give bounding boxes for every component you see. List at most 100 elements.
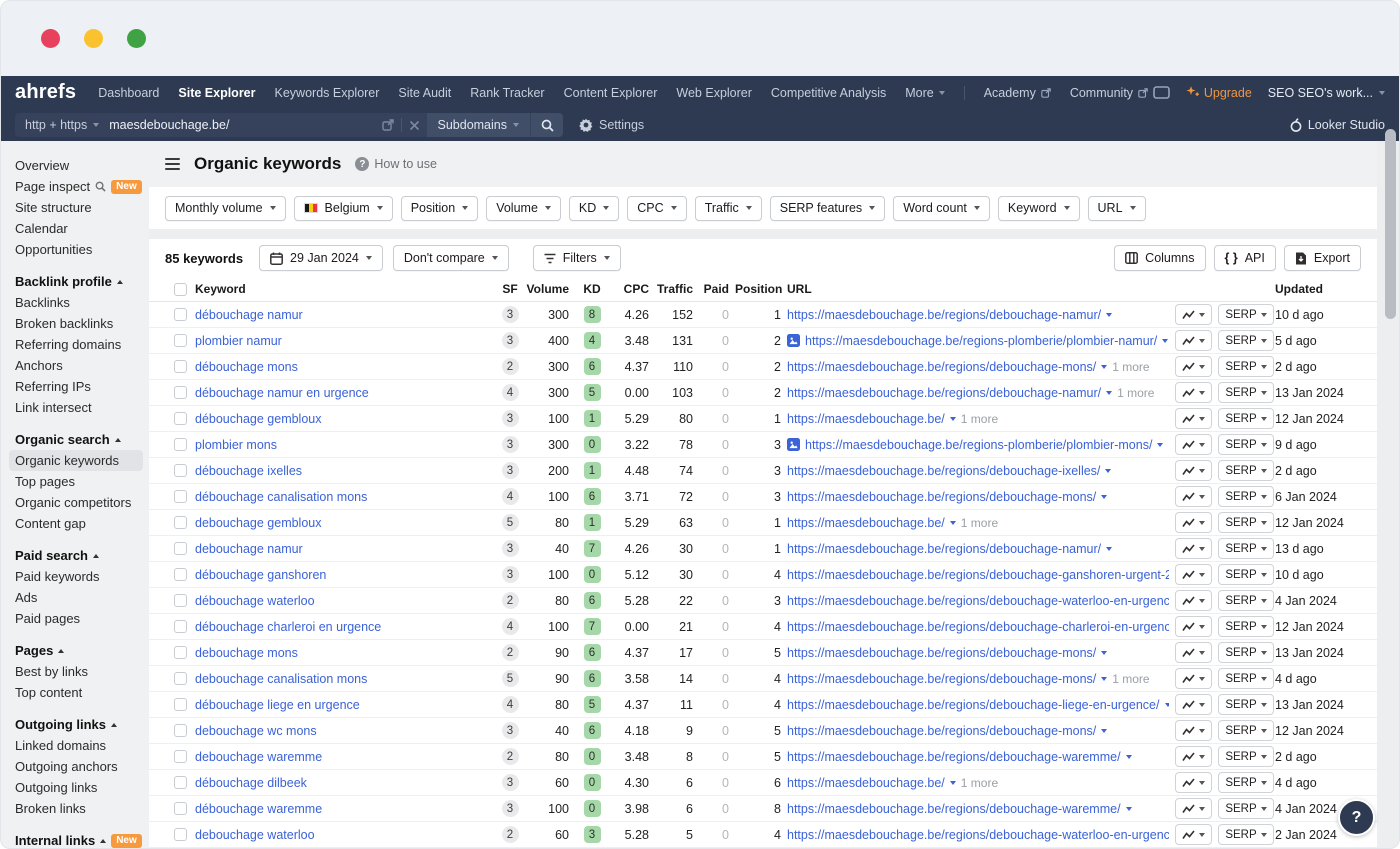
chart-button[interactable] bbox=[1175, 694, 1212, 715]
url-link[interactable]: https://maesdebouchage.be/regions/debouc… bbox=[787, 360, 1096, 374]
chart-button[interactable] bbox=[1175, 486, 1212, 507]
serp-button[interactable]: SERP bbox=[1218, 434, 1273, 455]
sidebar-item-link-intersect[interactable]: Link intersect bbox=[15, 397, 149, 418]
nav-item-content-explorer[interactable]: Content Explorer bbox=[564, 86, 658, 100]
serp-button[interactable]: SERP bbox=[1218, 668, 1273, 689]
url-link[interactable]: https://maesdebouchage.be/regions/debouc… bbox=[787, 672, 1096, 686]
more-urls-link[interactable]: 1 more bbox=[1112, 672, 1149, 686]
row-checkbox[interactable] bbox=[174, 594, 187, 607]
sidebar-item-backlinks[interactable]: Backlinks bbox=[15, 292, 149, 313]
column-header-traffic[interactable]: Traffic bbox=[655, 282, 699, 296]
chart-button[interactable] bbox=[1175, 564, 1212, 585]
serp-button[interactable]: SERP bbox=[1218, 330, 1273, 351]
serp-button[interactable]: SERP bbox=[1218, 798, 1273, 819]
chart-button[interactable] bbox=[1175, 356, 1212, 377]
date-picker-button[interactable]: 29 Jan 2024 bbox=[259, 245, 383, 271]
url-link[interactable]: https://maesdebouchage.be/ bbox=[787, 516, 945, 530]
chart-button[interactable] bbox=[1175, 590, 1212, 611]
sidebar-item-outgoing-links[interactable]: Outgoing links bbox=[15, 777, 149, 798]
sidebar-section-organic-search[interactable]: Organic search bbox=[15, 429, 149, 450]
keyword-link[interactable]: débouchage waterloo bbox=[195, 594, 315, 608]
more-urls-link[interactable]: 1 more bbox=[1117, 386, 1154, 400]
vertical-scrollbar[interactable] bbox=[1385, 129, 1396, 319]
sidebar-item-organic-keywords[interactable]: Organic keywords bbox=[9, 450, 143, 471]
serp-button[interactable]: SERP bbox=[1218, 720, 1273, 741]
filter-chip-word-count[interactable]: Word count bbox=[893, 196, 990, 221]
row-checkbox[interactable] bbox=[174, 308, 187, 321]
filter-chip-keyword[interactable]: Keyword bbox=[998, 196, 1080, 221]
row-checkbox[interactable] bbox=[174, 750, 187, 763]
minimize-window-button[interactable] bbox=[84, 29, 103, 48]
select-all-checkbox[interactable] bbox=[174, 283, 187, 296]
more-urls-link[interactable]: 1 more bbox=[961, 516, 998, 530]
clear-target-icon[interactable] bbox=[402, 113, 427, 137]
url-link[interactable]: https://maesdebouchage.be/regions/debouc… bbox=[787, 802, 1121, 816]
sidebar-item-paid-pages[interactable]: Paid pages bbox=[15, 608, 149, 629]
sidebar-item-organic-competitors[interactable]: Organic competitors bbox=[15, 492, 149, 513]
upgrade-button[interactable]: Upgrade bbox=[1186, 86, 1252, 100]
row-checkbox[interactable] bbox=[174, 360, 187, 373]
export-button[interactable]: Export bbox=[1284, 245, 1361, 271]
nav-item-community[interactable]: Community bbox=[1070, 86, 1148, 100]
url-link[interactable]: https://maesdebouchage.be/regions/debouc… bbox=[787, 750, 1121, 764]
row-checkbox[interactable] bbox=[174, 334, 187, 347]
sidebar-item-ads[interactable]: Ads bbox=[15, 587, 149, 608]
serp-button[interactable]: SERP bbox=[1218, 824, 1273, 845]
keyword-link[interactable]: débouchage ixelles bbox=[195, 464, 302, 478]
sidebar-item-outgoing-anchors[interactable]: Outgoing anchors bbox=[15, 756, 149, 777]
more-urls-link[interactable]: 1 more bbox=[1112, 360, 1149, 374]
keyword-link[interactable]: debouchage wc mons bbox=[195, 724, 317, 738]
row-checkbox[interactable] bbox=[174, 568, 187, 581]
sidebar-item-referring-domains[interactable]: Referring domains bbox=[15, 334, 149, 355]
sidebar-item-top-content[interactable]: Top content bbox=[15, 682, 149, 703]
column-header-position[interactable]: Position bbox=[735, 282, 787, 296]
serp-button[interactable]: SERP bbox=[1218, 564, 1273, 585]
account-menu[interactable]: SEO SEO's work... bbox=[1268, 86, 1385, 100]
chart-button[interactable] bbox=[1175, 538, 1212, 559]
keyword-link[interactable]: debouchage waterloo bbox=[195, 828, 315, 842]
serp-button[interactable]: SERP bbox=[1218, 304, 1273, 325]
sidebar-section-backlink-profile[interactable]: Backlink profile bbox=[15, 271, 149, 292]
url-link[interactable]: https://maesdebouchage.be/ bbox=[787, 776, 945, 790]
nav-item-dashboard[interactable]: Dashboard bbox=[98, 86, 159, 100]
row-checkbox[interactable] bbox=[174, 724, 187, 737]
filter-chip-traffic[interactable]: Traffic bbox=[695, 196, 762, 221]
compare-dropdown[interactable]: Don't compare bbox=[393, 245, 509, 271]
row-checkbox[interactable] bbox=[174, 490, 187, 503]
help-fab-button[interactable]: ? bbox=[1338, 799, 1375, 836]
scope-dropdown[interactable]: Subdomains bbox=[427, 113, 531, 137]
nav-item-academy[interactable]: Academy bbox=[984, 86, 1051, 100]
column-header-sf[interactable]: SF bbox=[495, 282, 525, 296]
serp-button[interactable]: SERP bbox=[1218, 512, 1273, 533]
sidebar-item-top-pages[interactable]: Top pages bbox=[15, 471, 149, 492]
serp-button[interactable]: SERP bbox=[1218, 382, 1273, 403]
row-checkbox[interactable] bbox=[174, 386, 187, 399]
url-link[interactable]: https://maesdebouchage.be/regions-plombe… bbox=[805, 438, 1152, 452]
sidebar-item-broken-links[interactable]: Broken links bbox=[15, 798, 149, 819]
column-header-paid[interactable]: Paid bbox=[699, 282, 735, 296]
filter-chip-belgium[interactable]: Belgium bbox=[294, 196, 393, 221]
keyword-link[interactable]: débouchage dilbeek bbox=[195, 776, 307, 790]
url-link[interactable]: https://maesdebouchage.be/regions/debouc… bbox=[787, 698, 1160, 712]
column-header-volume[interactable]: Volume bbox=[525, 282, 575, 296]
url-link[interactable]: https://maesdebouchage.be/regions-plombe… bbox=[805, 334, 1157, 348]
protocol-dropdown[interactable]: http + https bbox=[15, 113, 109, 137]
chart-button[interactable] bbox=[1175, 642, 1212, 663]
url-link[interactable]: https://maesdebouchage.be/regions/debouc… bbox=[787, 542, 1101, 556]
column-header-keyword[interactable]: Keyword bbox=[195, 282, 495, 296]
columns-button[interactable]: Columns bbox=[1114, 245, 1205, 271]
keyword-link[interactable]: débouchage mons bbox=[195, 360, 298, 374]
chart-button[interactable] bbox=[1175, 746, 1212, 767]
keyword-link[interactable]: plombier namur bbox=[195, 334, 282, 348]
url-link[interactable]: https://maesdebouchage.be/regions/debouc… bbox=[787, 828, 1169, 842]
sidebar-item-broken-backlinks[interactable]: Broken backlinks bbox=[15, 313, 149, 334]
filter-chip-cpc[interactable]: CPC bbox=[627, 196, 686, 221]
sidebar-item-overview[interactable]: Overview bbox=[15, 155, 149, 176]
keyword-link[interactable]: débouchage waremme bbox=[195, 802, 322, 816]
row-checkbox[interactable] bbox=[174, 438, 187, 451]
filter-chip-volume[interactable]: Volume bbox=[486, 196, 561, 221]
row-checkbox[interactable] bbox=[174, 672, 187, 685]
sidebar-item-paid-keywords[interactable]: Paid keywords bbox=[15, 566, 149, 587]
chart-button[interactable] bbox=[1175, 824, 1212, 845]
sidebar-item-opportunities[interactable]: Opportunities bbox=[15, 239, 149, 260]
